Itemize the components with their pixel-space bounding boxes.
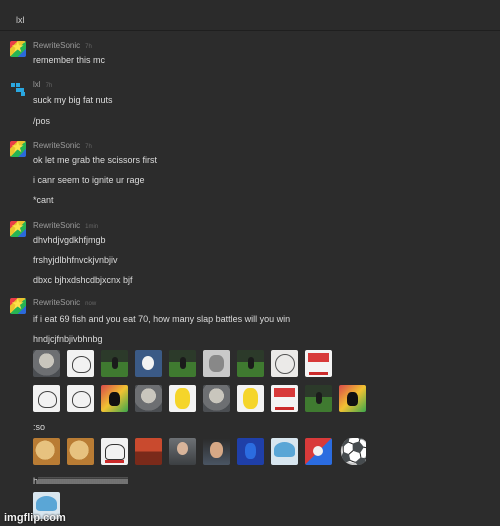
troll-emoji[interactable]	[67, 350, 94, 377]
channel-header: lxl	[0, 0, 500, 31]
timestamp: 7h	[45, 83, 53, 89]
troll-emoji[interactable]	[67, 385, 94, 412]
blue-face-emoji[interactable]	[135, 350, 162, 377]
timestamp: 7h	[85, 144, 92, 150]
red-blue-emoji[interactable]	[305, 438, 332, 465]
message-text: suck my big fat nuts	[33, 95, 113, 105]
doge-emoji[interactable]	[67, 438, 94, 465]
avatar[interactable]	[10, 41, 26, 57]
author-name[interactable]: RewriteSonic now	[33, 298, 96, 307]
shark-emoji[interactable]	[271, 438, 298, 465]
cat-emoji[interactable]	[339, 385, 366, 412]
timestamp: 7h	[85, 44, 92, 50]
avatar[interactable]	[10, 298, 26, 314]
table-flip-emoji[interactable]	[101, 438, 128, 465]
soccer-field-emoji[interactable]	[305, 385, 332, 412]
crying-meme-emoji[interactable]	[271, 350, 298, 377]
message-text: remember this mc	[33, 55, 106, 65]
soccer-ball-emoji[interactable]	[339, 438, 366, 465]
soccer-field-emoji[interactable]	[237, 350, 264, 377]
message-text: frshyjdlbhfnvckjvnbjiv	[33, 255, 118, 265]
message-text: dbxc bjhxdshcdbjxcnx bjf	[33, 275, 133, 285]
message-text: dhvhdjvgdkhfjmgb	[33, 235, 106, 245]
avatar[interactable]	[10, 141, 26, 157]
author-name[interactable]: lxl 7h	[33, 80, 52, 89]
soccer-field-emoji[interactable]	[101, 350, 128, 377]
message-text: ok let me grab the scissors first	[33, 155, 158, 165]
rage-face-emoji[interactable]	[305, 350, 332, 377]
message-text: :so	[33, 422, 46, 432]
message-text: if i eat 69 fish and you eat 70, how man…	[33, 314, 291, 324]
yellow-cartoon-emoji[interactable]	[237, 385, 264, 412]
avatar[interactable]	[10, 221, 26, 237]
message-text: *cant	[33, 195, 54, 205]
message-text: /pos	[33, 116, 51, 126]
author-name[interactable]: RewriteSonic 7h	[33, 41, 92, 50]
cat-emoji[interactable]	[101, 385, 128, 412]
author-name[interactable]: RewriteSonic 7h	[33, 141, 92, 150]
yellow-cartoon-emoji[interactable]	[169, 385, 196, 412]
cars-emoji[interactable]	[135, 438, 162, 465]
timestamp: now	[85, 301, 97, 307]
doge-emoji[interactable]	[33, 438, 60, 465]
seal-emoji[interactable]	[135, 385, 162, 412]
channel-title: lxl	[16, 15, 25, 25]
avatar[interactable]	[10, 80, 26, 96]
author-name[interactable]: RewriteSonic 1min	[33, 221, 98, 230]
soccer-field-emoji[interactable]	[169, 350, 196, 377]
gray-face-emoji[interactable]	[203, 350, 230, 377]
sonic-pixel-emoji[interactable]	[237, 438, 264, 465]
message-text: hndjcjfnbjivbhnbg	[33, 334, 103, 344]
message-text: hiiiiiiiiiiiiiiiiiiiiiiiiiiiiiiiiiiiiiii…	[33, 476, 128, 486]
timestamp: 1min	[85, 224, 99, 230]
troll-emoji[interactable]	[33, 385, 60, 412]
seal-emoji[interactable]	[33, 350, 60, 377]
rage-face-emoji[interactable]	[271, 385, 298, 412]
old-man-emoji[interactable]	[169, 438, 196, 465]
message-text: i canr seem to ignite ur rage	[33, 175, 145, 185]
seal-emoji[interactable]	[203, 385, 230, 412]
face-photo-emoji[interactable]	[203, 438, 230, 465]
imgflip-watermark: imgflip.com	[4, 512, 66, 524]
